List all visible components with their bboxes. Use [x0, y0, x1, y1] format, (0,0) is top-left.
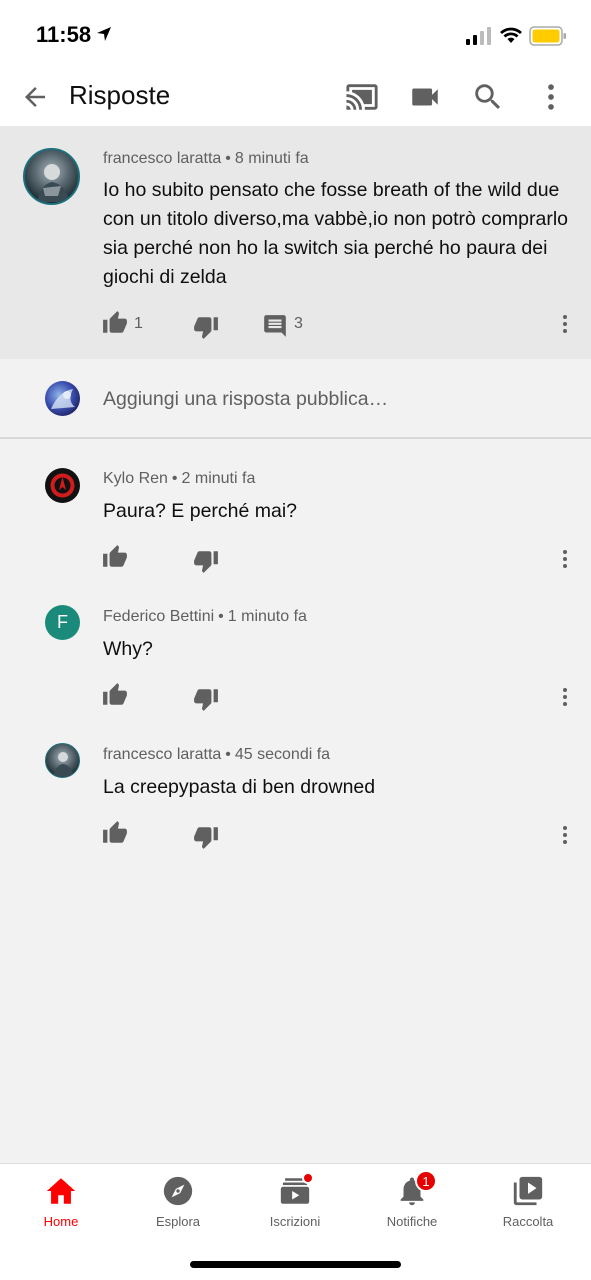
like-count: 1: [134, 315, 143, 332]
more-vert-icon[interactable]: [553, 312, 577, 336]
more-vert-icon[interactable]: [534, 80, 568, 114]
comment-author[interactable]: francesco laratta: [103, 746, 221, 763]
notification-badge: 1: [415, 1170, 437, 1192]
more-vert-icon[interactable]: [553, 823, 577, 847]
comment-meta: francesco laratta • 45 secondi fa: [103, 746, 330, 764]
more-vert-icon[interactable]: [553, 685, 577, 709]
avatar-image: [50, 473, 75, 498]
meta-separator: •: [218, 608, 224, 625]
avatar[interactable]: [23, 148, 80, 205]
battery-icon: [529, 26, 566, 46]
nav-item-home[interactable]: Home: [11, 1174, 111, 1229]
home-indicator[interactable]: [190, 1261, 401, 1268]
cast-icon[interactable]: [345, 80, 379, 114]
nav-label: Home: [43, 1214, 79, 1229]
thumb-down-icon[interactable]: [193, 686, 219, 712]
nav-label: Notifiche: [386, 1214, 438, 1229]
list-item: F Federico Bettini • 1 minuto fa Why?: [0, 579, 591, 717]
comment-author[interactable]: Federico Bettini: [103, 608, 214, 625]
home-icon: [46, 1178, 76, 1204]
thumb-down-icon[interactable]: [193, 314, 219, 340]
comment-time: 8 minuti fa: [234, 150, 309, 167]
nav-label: Iscrizioni: [269, 1214, 321, 1229]
list-item: francesco laratta • 45 secondi fa La creep…: [0, 717, 591, 855]
avatar-image: [53, 752, 74, 777]
thumb-up-icon[interactable]: [102, 682, 128, 708]
meta-separator: •: [225, 746, 231, 763]
comment-text: Io ho subito pensato che fosse breath of…: [103, 179, 569, 288]
new-content-dot: [302, 1172, 314, 1184]
library-icon: [513, 1176, 543, 1206]
avatar-image: [51, 389, 75, 409]
avatar-letter: F: [57, 612, 68, 632]
page-title: Risposte: [69, 80, 171, 110]
app-bar: Risposte: [0, 70, 591, 126]
back-arrow-icon[interactable]: [20, 82, 50, 112]
meta-separator: •: [225, 150, 231, 167]
add-reply-row[interactable]: Aggiungi una risposta pubblica…: [0, 359, 591, 439]
avatar[interactable]: [45, 743, 80, 778]
thumb-up-icon[interactable]: [102, 310, 128, 336]
comment-author[interactable]: Kylo Ren: [103, 470, 168, 487]
comment-text: Why?: [103, 638, 153, 660]
comment-meta: francesco laratta • 8 minuti fa: [103, 150, 309, 168]
avatar: [45, 381, 80, 416]
nav-item-library[interactable]: Raccolta: [478, 1174, 578, 1229]
search-icon[interactable]: [471, 80, 505, 114]
parent-comment: francesco laratta • 8 minuti fa Io ho subi…: [0, 126, 591, 359]
status-time: 11:58: [36, 22, 92, 47]
comment-time: 2 minuti fa: [181, 470, 256, 487]
avatar[interactable]: [45, 468, 80, 503]
comment-text: La creepypasta di ben drowned: [103, 776, 376, 798]
comment-text: Paura? E perché mai?: [103, 500, 298, 522]
comment-meta: Kylo Ren • 2 minuti fa: [103, 470, 255, 488]
nav-item-notifications[interactable]: 1 Notifiche: [362, 1170, 462, 1229]
avatar[interactable]: F: [45, 605, 80, 640]
comment-time: 1 minuto fa: [227, 608, 307, 625]
thumb-down-icon[interactable]: [193, 548, 219, 574]
comment-time: 45 secondi fa: [234, 746, 331, 763]
cellular-signal-icon: [466, 27, 491, 45]
thumb-down-icon[interactable]: [193, 824, 219, 850]
location-arrow-icon: [97, 27, 111, 41]
list-item: Kylo Ren • 2 minuti fa Paura? E perché mai…: [0, 441, 591, 579]
meta-separator: •: [171, 470, 178, 487]
nav-label: Esplora: [155, 1214, 201, 1229]
thumb-up-icon[interactable]: [102, 820, 128, 846]
thumb-up-icon[interactable]: [102, 544, 128, 570]
nav-item-subscriptions[interactable]: Iscrizioni: [245, 1172, 345, 1229]
more-vert-icon[interactable]: [553, 547, 577, 571]
avatar-image: [37, 164, 70, 202]
compass-icon: [163, 1176, 193, 1206]
nav-label: Raccolta: [502, 1214, 554, 1229]
add-reply-input[interactable]: Aggiungi una risposta pubblica…: [103, 388, 388, 411]
reply-count: 3: [294, 315, 303, 332]
reply-comment-icon[interactable]: [262, 313, 288, 339]
comment-author[interactable]: francesco laratta: [103, 150, 221, 167]
subscriptions-icon-wrap: [278, 1172, 314, 1208]
wifi-icon: [500, 27, 522, 43]
status-bar: 11:58: [0, 0, 591, 70]
comment-meta: Federico Bettini • 1 minuto fa: [103, 608, 307, 626]
nav-item-explore[interactable]: Esplora: [128, 1174, 228, 1229]
video-camera-icon[interactable]: [408, 80, 442, 114]
bell-icon-wrap: 1: [395, 1170, 437, 1208]
